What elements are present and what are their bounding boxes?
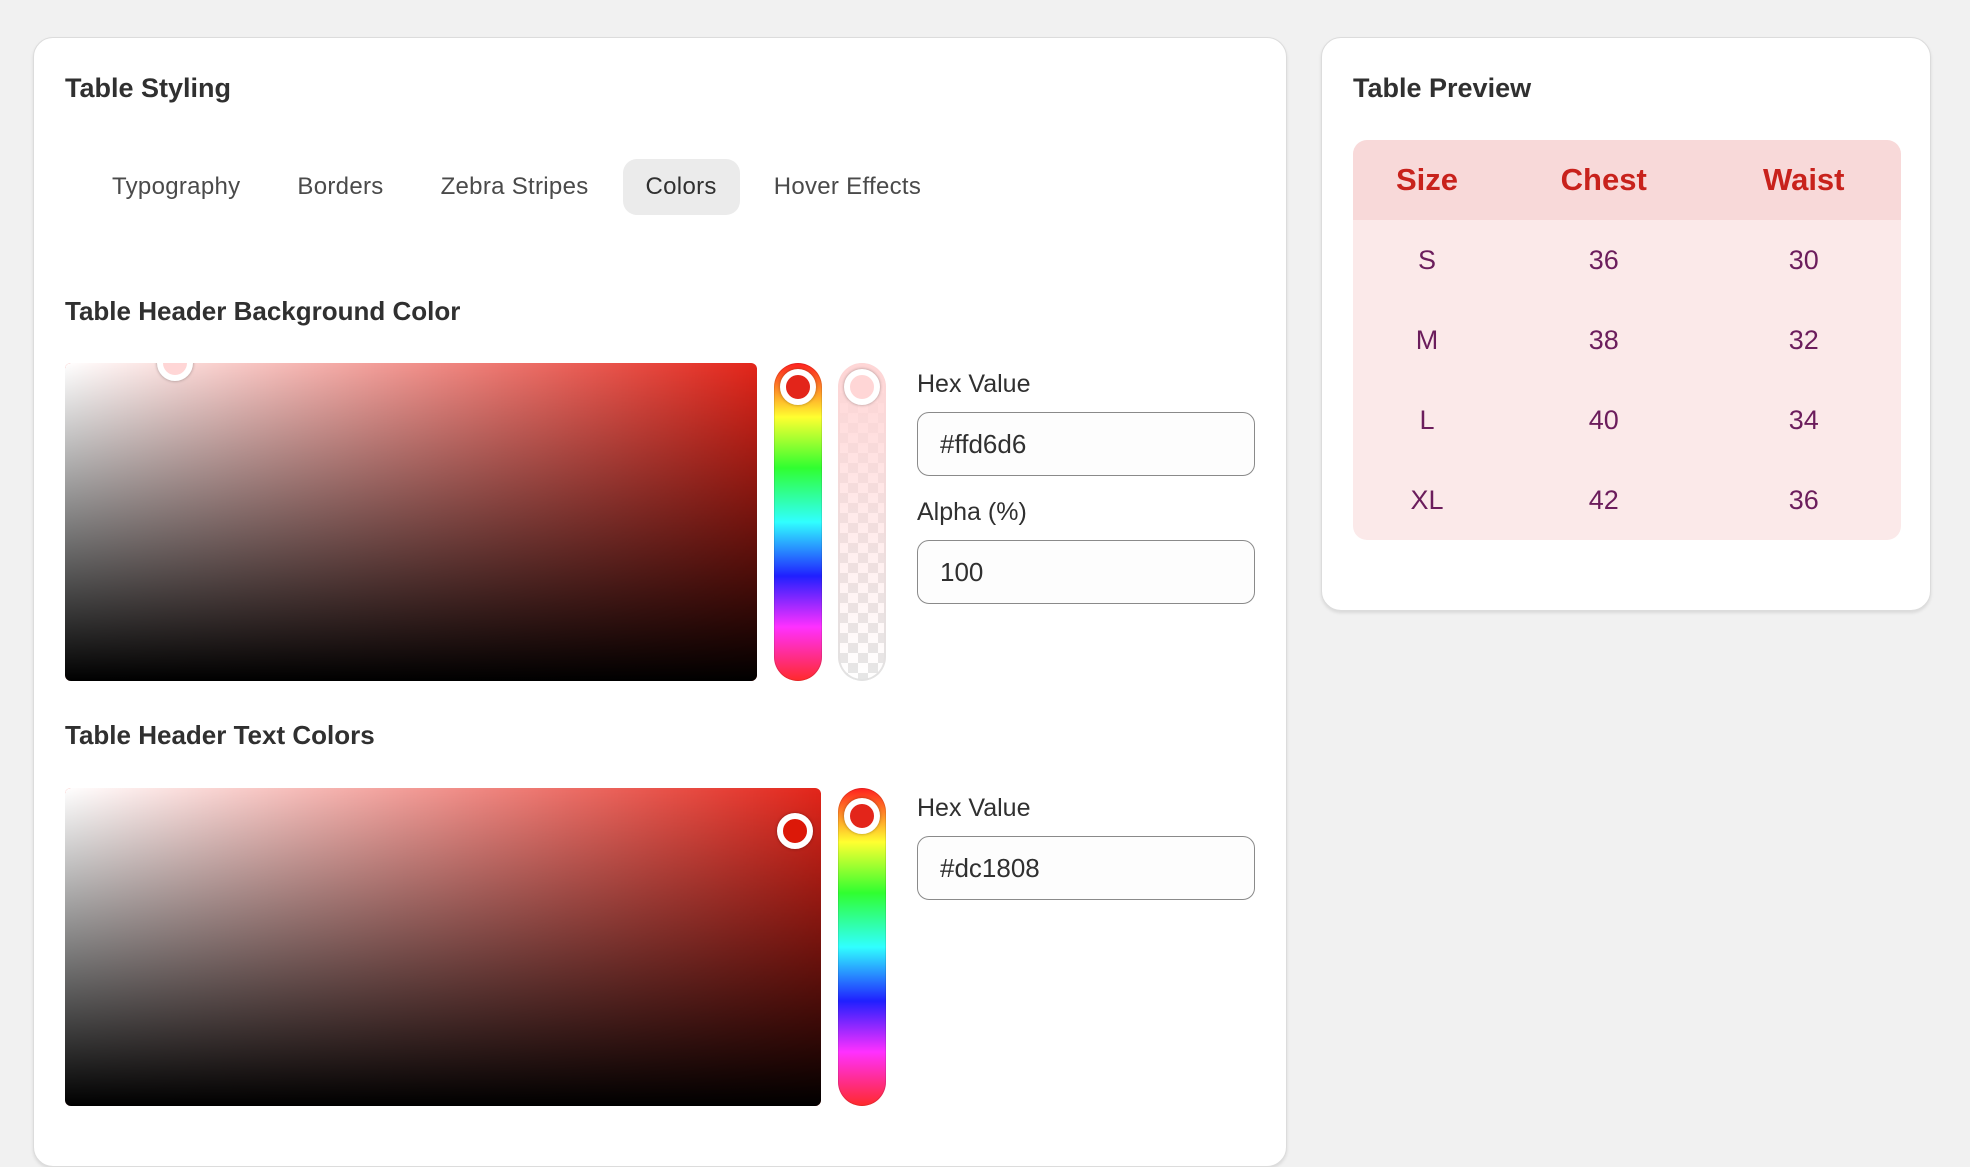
header-background-alpha-label: Alpha (%) — [917, 498, 1027, 526]
header-background-hex-label: Hex Value — [917, 370, 1031, 398]
table-preview-title: Table Preview — [1353, 73, 1532, 103]
preview-table: Size Chest Waist S 36 30 M 38 32 L 40 34 — [1353, 140, 1901, 540]
table-cell: 30 — [1788, 244, 1819, 275]
header-text-hue-slider[interactable] — [838, 788, 886, 1106]
table-styling-title: Table Styling — [65, 73, 232, 103]
styling-tabs: Typography Borders Zebra Stripes Colors … — [89, 159, 955, 215]
table-cell: 32 — [1788, 324, 1819, 355]
header-background-hue-handle[interactable] — [780, 369, 816, 405]
tab-hover-effects[interactable]: Hover Effects — [751, 159, 945, 215]
header-background-section-title: Table Header Background Color — [65, 296, 461, 326]
table-row: XL 42 36 — [1353, 460, 1901, 540]
table-row: M 38 32 — [1353, 300, 1901, 380]
table-cell: XL — [1410, 484, 1444, 515]
header-background-hue-slider[interactable] — [774, 363, 822, 681]
header-text-saturation-handle[interactable] — [777, 813, 813, 849]
header-background-hex-input[interactable] — [917, 412, 1255, 476]
tab-colors[interactable]: Colors — [622, 159, 740, 215]
column-header-waist: Waist — [1762, 162, 1845, 197]
header-text-hex-input[interactable] — [917, 836, 1255, 900]
table-cell: M — [1415, 324, 1439, 355]
header-text-hue-handle[interactable] — [844, 798, 880, 834]
table-row: L 40 34 — [1353, 380, 1901, 460]
header-background-saturation-picker[interactable] — [65, 363, 757, 681]
column-header-size: Size — [1395, 162, 1458, 197]
table-cell: 42 — [1588, 484, 1619, 515]
table-preview-card: Table Preview Size Chest Waist S 36 30 M… — [1321, 37, 1931, 611]
table-cell: 40 — [1588, 404, 1619, 435]
table-cell: 36 — [1588, 244, 1619, 275]
table-styling-card: Table Styling Typography Borders Zebra S… — [33, 37, 1287, 1167]
tab-borders[interactable]: Borders — [274, 159, 406, 215]
preview-table-header-row: Size Chest Waist — [1353, 140, 1901, 220]
header-text-hex-label: Hex Value — [917, 794, 1031, 822]
table-cell: S — [1417, 244, 1436, 275]
table-cell: 36 — [1788, 484, 1819, 515]
tab-typography[interactable]: Typography — [89, 159, 263, 215]
header-background-alpha-handle[interactable] — [844, 369, 880, 405]
column-header-chest: Chest — [1560, 162, 1647, 197]
table-cell: L — [1419, 404, 1435, 435]
tab-zebra-stripes[interactable]: Zebra Stripes — [418, 159, 612, 215]
header-text-saturation-picker[interactable] — [65, 788, 821, 1106]
table-row: S 36 30 — [1353, 220, 1901, 300]
header-background-alpha-input[interactable] — [917, 540, 1255, 604]
header-text-section-title: Table Header Text Colors — [65, 720, 375, 750]
table-cell: 38 — [1588, 324, 1619, 355]
table-cell: 34 — [1788, 404, 1819, 435]
header-background-alpha-slider[interactable] — [838, 363, 886, 681]
